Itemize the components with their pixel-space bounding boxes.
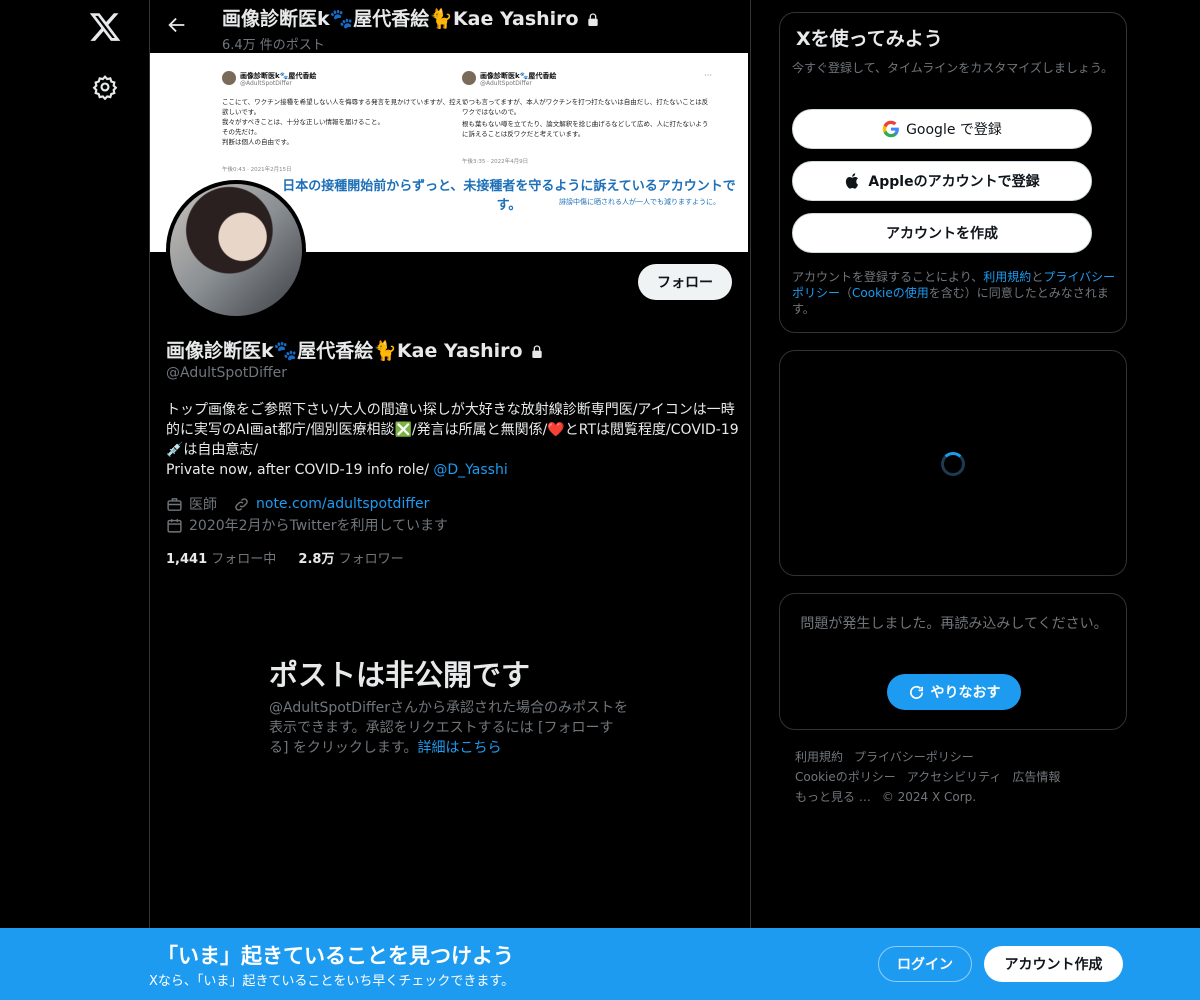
signup-button[interactable]: アカウント作成	[984, 946, 1123, 982]
footer-link[interactable]: 広告情報	[1012, 770, 1060, 784]
learn-more-link[interactable]: 詳細はこちら	[418, 740, 502, 756]
link-icon	[235, 497, 248, 511]
profile-website-link[interactable]: note.com/adultspotdiffer	[256, 496, 429, 512]
refresh-icon	[909, 685, 923, 699]
lock-icon	[588, 12, 598, 26]
follow-button[interactable]: フォロー	[638, 264, 732, 300]
footer-link[interactable]: アクセシビリティ	[907, 770, 1002, 784]
login-button[interactable]: ログイン	[878, 946, 972, 982]
calendar-icon	[167, 518, 182, 533]
private-posts-description: @AdultSpotDifferさんから承認された場合のみポストを表示できます。…	[269, 700, 628, 756]
avatar	[462, 71, 476, 85]
tweet-handle: @AdultSpotDiffer	[480, 80, 532, 87]
terms-link[interactable]: 利用規約	[983, 270, 1031, 284]
tweet-text: いつも言ってますが、本人がワクチンを打つ打たないは自由だし、打たないことは反ワク…	[462, 98, 709, 138]
footer-link[interactable]: 利用規約	[795, 750, 843, 764]
google-signup-button[interactable]: Google で登録	[792, 109, 1092, 149]
footer-link[interactable]: Cookieのポリシー	[795, 770, 896, 784]
followers-link[interactable]: 2.8万 フォロワー	[298, 552, 403, 567]
cookie-link[interactable]: Cookieの使用	[852, 286, 929, 300]
banner-subline: 誹謗中傷に晒される人が一人でも減りますように。	[559, 198, 720, 206]
create-account-button[interactable]: アカウントを作成	[792, 213, 1092, 253]
apple-signup-button[interactable]: Appleのアカウントで登録	[792, 161, 1092, 201]
bottom-bar-subtitle: Xなら、「いま」起きていることをいち早くチェックできます。	[149, 974, 515, 989]
joined-text: 2020年2月からTwitterを利用しています	[189, 518, 449, 534]
error-message: 問題が発生しました。再読み込みしてください。	[800, 616, 1108, 632]
gear-icon[interactable]	[92, 74, 118, 101]
tweet-text: ここにて、ワクチン接種を希望しない人を侮辱する発言を見かけていますが、控えて欲し…	[222, 98, 469, 146]
post-count: 6.4万 件のポスト	[222, 38, 325, 53]
bottom-bar-title: 「いま」起きていることを見つけよう	[157, 944, 514, 968]
footer-link[interactable]: プライバシーポリシー	[854, 750, 974, 764]
banner-tweet-2: 画像診断医k🐾屋代香絵 @AdultSpotDiffer ··· いつも言ってま…	[462, 71, 712, 181]
header-title: 画像診断医k🐾屋代香絵🐈Kae Yashiro	[222, 4, 601, 31]
profile-avatar[interactable]	[166, 180, 306, 320]
lock-icon	[532, 344, 542, 358]
profile-handle: @AdultSpotDiffer	[166, 365, 287, 381]
footer-links: 利用規約 プライバシーポリシー Cookieのポリシー アクセシビリティ 広告情報 も…	[795, 747, 1115, 807]
more-icon: ···	[704, 71, 712, 80]
bio-mention-link[interactable]: @D_Yasshi	[433, 462, 507, 478]
profile-joined: 2020年2月からTwitterを利用しています	[166, 515, 448, 535]
footer-more-link[interactable]: もっと見る …	[795, 790, 871, 804]
copyright: © 2024 X Corp.	[881, 790, 977, 804]
tweet-time: 午後0:43 · 2021年2月15日	[222, 167, 292, 173]
back-arrow-icon[interactable]	[166, 14, 188, 36]
following-link[interactable]: 1,441 フォロー中	[166, 552, 276, 567]
follow-stats: 1,441 フォロー中 2.8万 フォロワー	[166, 548, 404, 567]
profile-meta: 医師 note.com/adultspotdiffer	[166, 494, 429, 514]
signup-subtitle: 今すぐ登録して、タイムラインをカスタマイズしましょう。	[792, 61, 1114, 75]
retry-button[interactable]: やりなおす	[887, 674, 1021, 710]
signup-legal: アカウントを登録することにより、利用規約とプライバシーポリシー（Cookieの使…	[792, 270, 1116, 316]
briefcase-icon	[167, 497, 182, 511]
tweet-time: 午後3:35 · 2022年4月9日	[462, 159, 529, 165]
banner-tweet-1: 画像診断医k🐾屋代香絵 @AdultSpotDiffer ··· ここにて、ワク…	[222, 71, 472, 181]
profile-bio: トップ画像をご参照下さい/大人の間違い探しが大好きな放射線診断専門医/アイコンは…	[166, 402, 739, 478]
google-icon	[882, 120, 899, 138]
avatar	[222, 71, 236, 85]
private-posts-title: ポストは非公開です	[269, 658, 531, 692]
loading-spinner-icon	[941, 452, 965, 476]
x-logo-icon[interactable]	[88, 10, 122, 44]
tweet-handle: @AdultSpotDiffer	[240, 80, 292, 87]
signup-title: Xを使ってみよう	[796, 28, 943, 50]
apple-icon	[846, 173, 859, 189]
profile-job: 医師	[189, 497, 217, 513]
profile-name: 画像診断医k🐾屋代香絵🐈Kae Yashiro	[166, 336, 545, 363]
